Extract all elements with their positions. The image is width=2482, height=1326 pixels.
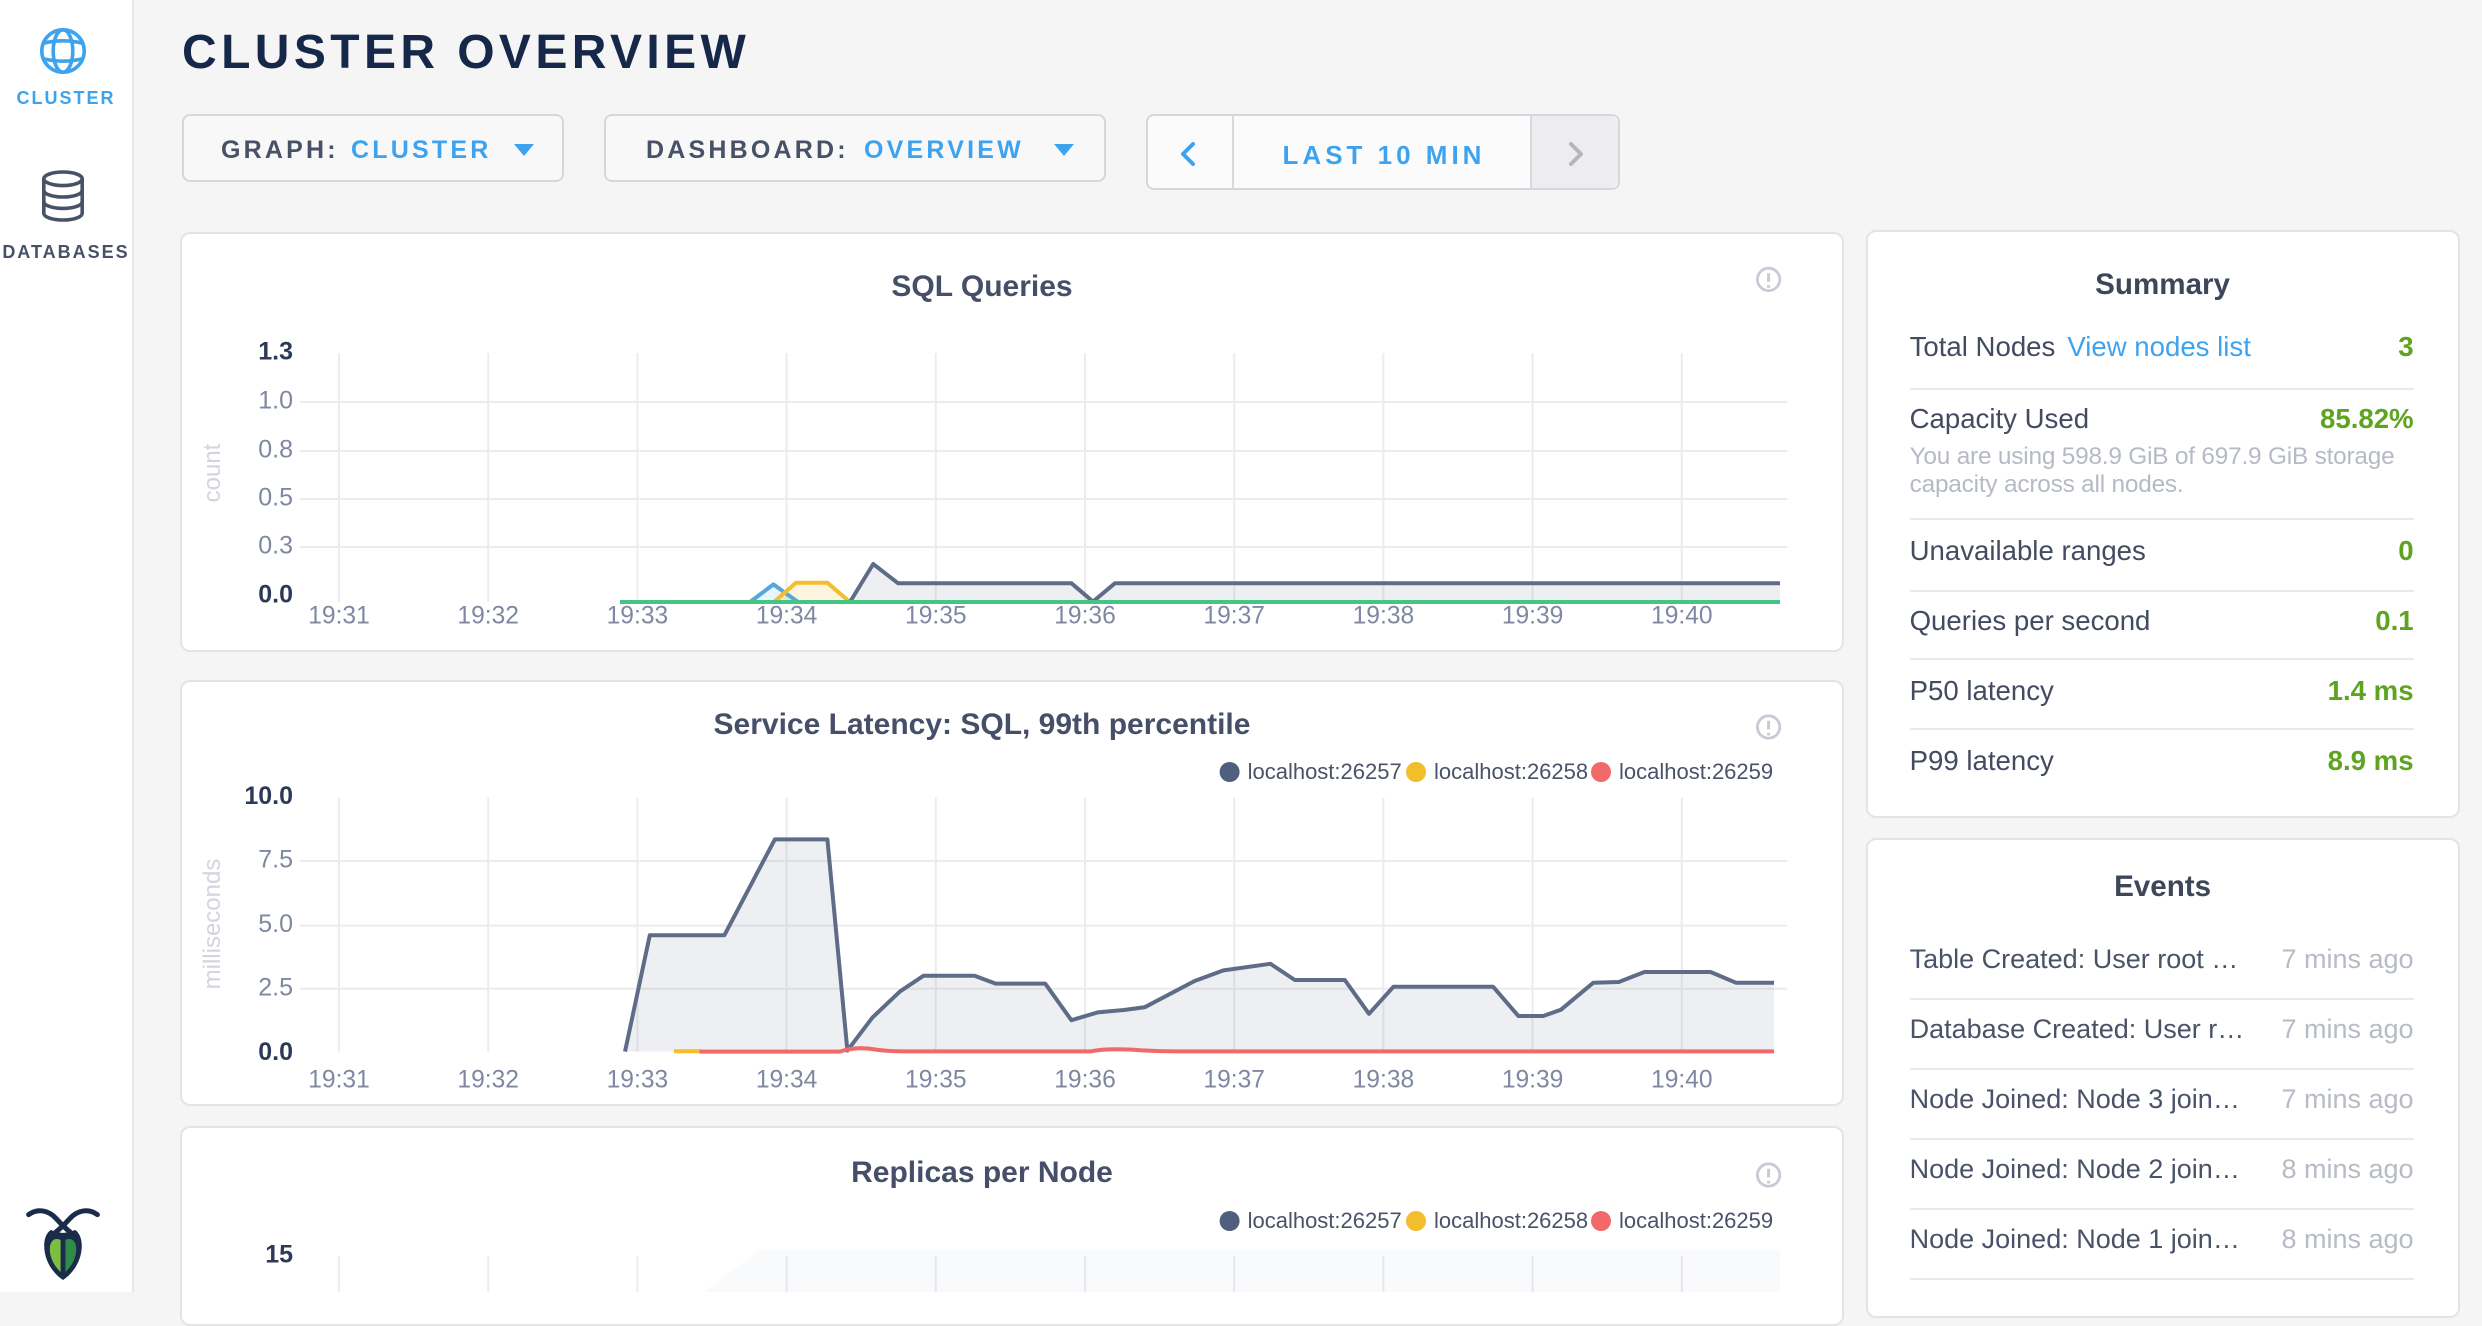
svg-text:localhost:26258: localhost:26258 bbox=[1434, 1208, 1588, 1233]
svg-text:19:33: 19:33 bbox=[607, 602, 669, 629]
svg-text:19:38: 19:38 bbox=[1353, 1067, 1415, 1094]
svg-text:0.3: 0.3 bbox=[258, 531, 293, 559]
svg-text:19:36: 19:36 bbox=[1054, 1067, 1116, 1094]
svg-text:19:38: 19:38 bbox=[1353, 602, 1415, 629]
svg-text:19:35: 19:35 bbox=[905, 1067, 967, 1094]
svg-text:SQL Queries: SQL Queries bbox=[891, 269, 1072, 302]
svg-text:19:34: 19:34 bbox=[756, 1067, 818, 1094]
svg-text:0.5: 0.5 bbox=[258, 483, 293, 511]
svg-text:localhost:26257: localhost:26257 bbox=[1248, 1208, 1402, 1233]
svg-text:19:40: 19:40 bbox=[1651, 602, 1713, 629]
svg-text:19:33: 19:33 bbox=[607, 1067, 669, 1094]
svg-text:19:31: 19:31 bbox=[308, 1067, 370, 1094]
svg-text:localhost:26259: localhost:26259 bbox=[1619, 759, 1773, 784]
svg-text:19:35: 19:35 bbox=[905, 602, 967, 629]
svg-text:19:39: 19:39 bbox=[1502, 1067, 1564, 1094]
svg-text:localhost:26258: localhost:26258 bbox=[1434, 759, 1588, 784]
svg-text:0.0: 0.0 bbox=[258, 1038, 293, 1066]
svg-text:milliseconds: milliseconds bbox=[199, 859, 226, 990]
svg-text:5.0: 5.0 bbox=[258, 910, 293, 938]
svg-text:localhost:26259: localhost:26259 bbox=[1619, 1208, 1773, 1233]
svg-text:19:37: 19:37 bbox=[1203, 602, 1265, 629]
svg-text:15: 15 bbox=[265, 1241, 293, 1269]
svg-text:19:32: 19:32 bbox=[457, 1067, 519, 1094]
svg-text:Replicas per Node: Replicas per Node bbox=[851, 1156, 1113, 1189]
svg-text:19:34: 19:34 bbox=[756, 602, 818, 629]
svg-text:0.0: 0.0 bbox=[258, 580, 293, 608]
svg-text:1.3: 1.3 bbox=[258, 337, 293, 365]
svg-text:localhost:26257: localhost:26257 bbox=[1248, 759, 1402, 784]
svg-text:19:31: 19:31 bbox=[308, 602, 370, 629]
svg-text:2.5: 2.5 bbox=[258, 973, 293, 1001]
svg-text:0.8: 0.8 bbox=[258, 435, 293, 463]
svg-text:19:36: 19:36 bbox=[1054, 602, 1116, 629]
svg-text:19:32: 19:32 bbox=[457, 602, 519, 629]
svg-text:19:40: 19:40 bbox=[1651, 1067, 1713, 1094]
svg-text:19:37: 19:37 bbox=[1203, 1067, 1265, 1094]
svg-text:19:39: 19:39 bbox=[1502, 602, 1564, 629]
svg-text:count: count bbox=[199, 442, 226, 501]
svg-text:1.0: 1.0 bbox=[258, 386, 293, 414]
svg-text:7.5: 7.5 bbox=[258, 846, 293, 874]
svg-text:10.0: 10.0 bbox=[244, 782, 293, 810]
svg-text:Service Latency: SQL, 99th per: Service Latency: SQL, 99th percentile bbox=[714, 708, 1251, 741]
